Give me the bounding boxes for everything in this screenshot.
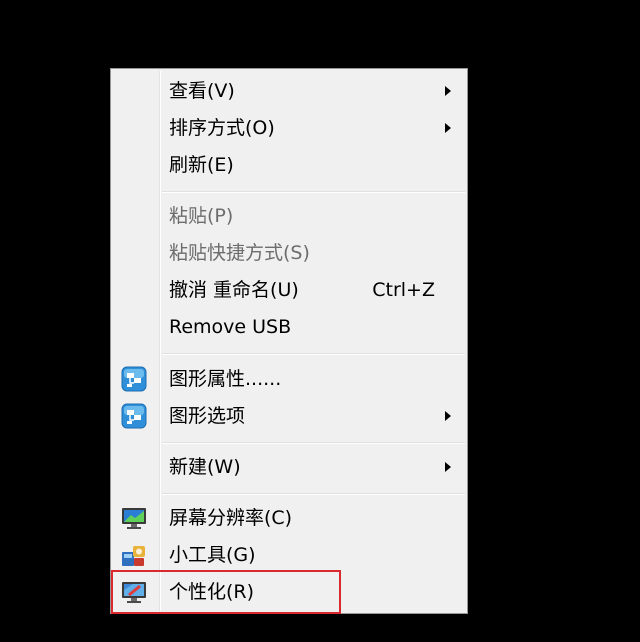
- menu-item-label: 屏幕分辨率(C): [169, 507, 293, 529]
- screen-resolution-icon: [122, 508, 146, 529]
- menu-item-label: 撤消 重命名(U): [169, 279, 299, 301]
- menu-item-gadgets[interactable]: 小工具(G): [111, 537, 467, 573]
- menu-item-label: 查看(V): [169, 80, 235, 102]
- menu-item-label: 排序方式(O): [169, 117, 275, 139]
- submenu-arrow-icon: [445, 411, 451, 421]
- menu-separator: [162, 493, 465, 495]
- menu-item-label: 刷新(E): [169, 154, 234, 176]
- menu-item-label: 粘贴快捷方式(S): [169, 242, 310, 264]
- menu-item-graphics-properties[interactable]: 图形属性......: [111, 361, 467, 397]
- personalize-icon: [122, 582, 146, 603]
- submenu-arrow-icon: [445, 86, 451, 96]
- menu-item-refresh[interactable]: 刷新(E): [111, 147, 467, 183]
- menu-item-remove-usb[interactable]: Remove USB: [111, 309, 467, 345]
- menu-item-personalize[interactable]: 个性化(R): [111, 574, 467, 610]
- menu-item-label: 粘贴(P): [169, 205, 234, 227]
- menu-item-view[interactable]: 查看(V): [111, 73, 467, 109]
- gadgets-icon: [122, 546, 145, 566]
- submenu-arrow-icon: [445, 462, 451, 472]
- menu-separator: [162, 191, 465, 193]
- menu-item-label: 小工具(G): [169, 544, 256, 566]
- graphics-options-icon: [121, 403, 147, 429]
- menu-item-screen-resolution[interactable]: 屏幕分辨率(C): [111, 500, 467, 536]
- menu-item-new[interactable]: 新建(W): [111, 449, 467, 485]
- menu-item-paste-shortcut[interactable]: 粘贴快捷方式(S): [111, 235, 467, 271]
- menu-item-undo-rename[interactable]: 撤消 重命名(U) Ctrl+Z: [111, 272, 467, 308]
- menu-item-shortcut: Ctrl+Z: [372, 279, 435, 301]
- menu-item-graphics-options[interactable]: 图形选项: [111, 398, 467, 434]
- menu-item-label: 新建(W): [169, 456, 241, 478]
- context-menu: 查看(V) 排序方式(O) 刷新(E) 粘贴(P) 粘贴快捷方式(S) 撤消 重…: [110, 68, 468, 614]
- menu-item-label: 图形属性......: [169, 368, 282, 390]
- menu-item-label: 图形选项: [169, 405, 246, 427]
- menu-separator: [162, 442, 465, 444]
- menu-item-label: Remove USB: [169, 316, 292, 338]
- menu-item-label: 个性化(R): [169, 581, 255, 603]
- submenu-arrow-icon: [445, 123, 451, 133]
- menu-separator: [162, 353, 465, 355]
- menu-item-sort-by[interactable]: 排序方式(O): [111, 110, 467, 146]
- menu-item-paste[interactable]: 粘贴(P): [111, 198, 467, 234]
- graphics-properties-icon: [121, 366, 147, 392]
